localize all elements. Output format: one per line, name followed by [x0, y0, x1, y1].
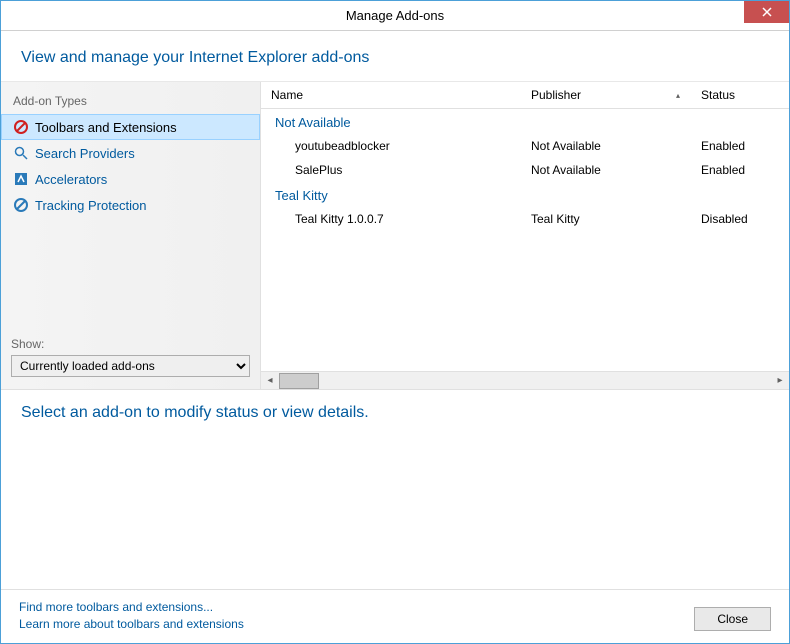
sidebar-item-label: Accelerators [35, 172, 107, 187]
addon-publisher: Not Available [521, 137, 691, 155]
scroll-left-button[interactable]: ◂ [261, 372, 279, 390]
learn-more-link[interactable]: Learn more about toolbars and extensions [19, 617, 244, 631]
window-close-button[interactable] [744, 1, 789, 23]
header-section: View and manage your Internet Explorer a… [1, 31, 789, 81]
addon-name: youtubeadblocker [261, 137, 521, 155]
sidebar: Add-on Types Toolbars and Extensions Sea… [1, 82, 261, 389]
addon-row[interactable]: SalePlus Not Available Enabled [261, 158, 789, 182]
addons-table: Name Publisher ▴ Status Not Available yo… [261, 82, 789, 371]
page-title: View and manage your Internet Explorer a… [21, 49, 769, 67]
content-panel: Name Publisher ▴ Status Not Available yo… [261, 82, 789, 389]
find-more-link[interactable]: Find more toolbars and extensions... [19, 600, 244, 614]
scroll-right-button[interactable]: ▸ [771, 372, 789, 390]
sidebar-heading: Add-on Types [1, 90, 260, 114]
close-button[interactable]: Close [694, 607, 771, 631]
addon-status: Enabled [691, 137, 789, 155]
window-title: Manage Add-ons [1, 8, 789, 23]
group-header[interactable]: Teal Kitty [261, 182, 789, 207]
addon-name: SalePlus [261, 161, 521, 179]
accelerator-icon [13, 171, 29, 187]
column-header-publisher[interactable]: Publisher ▴ [521, 82, 691, 108]
sidebar-item-tracking-protection[interactable]: Tracking Protection [1, 192, 260, 218]
sidebar-item-label: Search Providers [35, 146, 135, 161]
footer-links: Find more toolbars and extensions... Lea… [19, 600, 244, 631]
addon-row[interactable]: youtubeadblocker Not Available Enabled [261, 134, 789, 158]
addon-status: Enabled [691, 161, 789, 179]
horizontal-scrollbar[interactable]: ◂ ▸ [261, 371, 789, 389]
manage-addons-window: Manage Add-ons View and manage your Inte… [0, 0, 790, 644]
blocked-icon [13, 119, 29, 135]
detail-prompt: Select an add-on to modify status or vie… [21, 404, 769, 422]
footer: Find more toolbars and extensions... Lea… [1, 589, 789, 643]
titlebar: Manage Add-ons [1, 1, 789, 31]
detail-section: Select an add-on to modify status or vie… [1, 389, 789, 589]
show-label: Show: [11, 337, 250, 351]
tracking-protection-icon [13, 197, 29, 213]
scroll-track[interactable] [279, 372, 771, 390]
show-section: Show: Currently loaded add-ons [1, 329, 260, 389]
main-area: Add-on Types Toolbars and Extensions Sea… [1, 81, 789, 389]
scroll-thumb[interactable] [279, 373, 319, 389]
show-dropdown[interactable]: Currently loaded add-ons [11, 355, 250, 377]
column-header-status[interactable]: Status [691, 82, 789, 108]
sidebar-item-label: Tracking Protection [35, 198, 147, 213]
addon-publisher: Teal Kitty [521, 210, 691, 228]
sidebar-item-search-providers[interactable]: Search Providers [1, 140, 260, 166]
addon-publisher: Not Available [521, 161, 691, 179]
column-header-name[interactable]: Name [261, 82, 521, 108]
column-headers: Name Publisher ▴ Status [261, 82, 789, 109]
addon-row[interactable]: Teal Kitty 1.0.0.7 Teal Kitty Disabled [261, 207, 789, 231]
sidebar-item-toolbars-extensions[interactable]: Toolbars and Extensions [1, 114, 260, 140]
addon-name: Teal Kitty 1.0.0.7 [261, 210, 521, 228]
sidebar-item-label: Toolbars and Extensions [35, 120, 177, 135]
column-header-publisher-label: Publisher [531, 88, 581, 102]
group-header[interactable]: Not Available [261, 109, 789, 134]
close-icon [762, 7, 772, 17]
sidebar-item-accelerators[interactable]: Accelerators [1, 166, 260, 192]
search-icon [13, 145, 29, 161]
sort-ascending-icon: ▴ [676, 91, 680, 100]
addon-status: Disabled [691, 210, 789, 228]
